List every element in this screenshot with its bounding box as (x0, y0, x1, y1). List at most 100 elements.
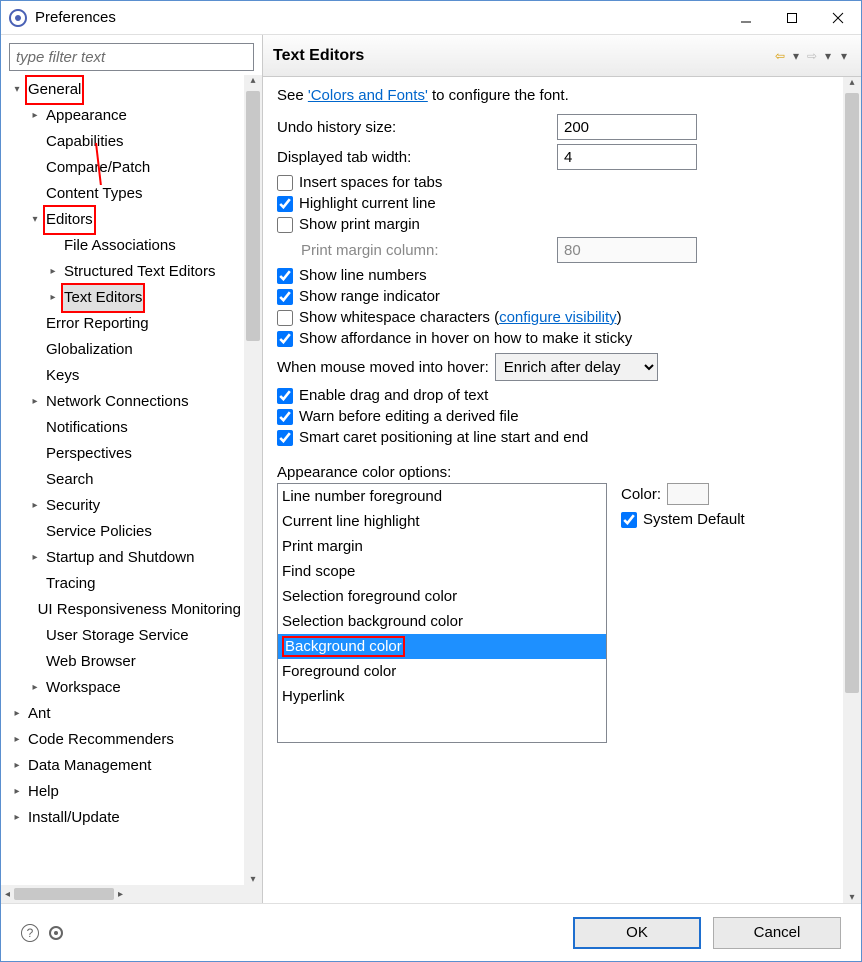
color-option-item[interactable]: Print margin (278, 534, 606, 559)
tabwidth-input[interactable] (557, 144, 697, 170)
tree-twisty-icon[interactable]: ▸ (45, 285, 61, 311)
colors-fonts-link[interactable]: 'Colors and Fonts' (308, 87, 428, 104)
tree-item[interactable]: Compare/Patch (9, 155, 244, 181)
printmargin-checkbox[interactable] (277, 217, 293, 233)
tree-twisty-icon[interactable]: ▸ (9, 805, 25, 831)
tree-twisty-icon[interactable]: ▸ (9, 701, 25, 727)
tree-item[interactable]: ▸Appearance (9, 103, 244, 129)
color-option-item[interactable]: Selection foreground color (278, 584, 606, 609)
caret-checkbox[interactable] (277, 430, 293, 446)
content-vertical-scrollbar[interactable] (843, 77, 861, 903)
minimize-button[interactable] (723, 1, 769, 34)
tree-item[interactable]: Perspectives (9, 441, 244, 467)
tree-twisty-icon[interactable]: ▸ (9, 753, 25, 779)
tree-item[interactable]: User Storage Service (9, 623, 244, 649)
tree-twisty-icon[interactable]: ▸ (45, 259, 61, 285)
tree-item[interactable]: Notifications (9, 415, 244, 441)
forward-icon[interactable]: ⇨ (805, 49, 819, 63)
tree-item[interactable]: File Associations (9, 233, 244, 259)
tree-item[interactable]: Content Types (9, 181, 244, 207)
tree-item[interactable]: ▸Security (9, 493, 244, 519)
color-option-item[interactable]: Foreground color (278, 659, 606, 684)
sysdefault-checkbox[interactable] (621, 512, 637, 528)
tree-item[interactable]: ▸Install/Update (9, 805, 244, 831)
tree-item[interactable]: Globalization (9, 337, 244, 363)
tree-item-label: File Associations (61, 233, 179, 259)
help-icon[interactable]: ? (21, 924, 39, 942)
tree-item[interactable]: Web Browser (9, 649, 244, 675)
cancel-button[interactable]: Cancel (713, 917, 841, 949)
tree-item-label: Workspace (43, 675, 124, 701)
forward-menu-icon[interactable]: ▾ (821, 49, 835, 63)
affordance-checkbox[interactable] (277, 331, 293, 347)
hover-select[interactable]: Enrich after delay (495, 353, 658, 381)
tree-item-label: Appearance (43, 103, 130, 129)
configure-visibility-link[interactable]: configure visibility (499, 309, 617, 326)
tree-item-label: Search (43, 467, 97, 493)
filter-input[interactable] (9, 43, 254, 71)
view-menu-icon[interactable]: ▾ (837, 49, 851, 63)
tree-twisty-icon[interactable]: ▾ (9, 77, 25, 103)
dnd-label: Enable drag and drop of text (299, 387, 488, 404)
color-option-item[interactable]: Find scope (278, 559, 606, 584)
tree-item[interactable]: ▾General (9, 77, 244, 103)
tree-item-label: Help (25, 779, 62, 805)
tree-item[interactable]: Error Reporting (9, 311, 244, 337)
tree-twisty-icon[interactable]: ▸ (27, 103, 43, 129)
close-button[interactable] (815, 1, 861, 34)
preferences-tree[interactable]: ▾General▸AppearanceCapabilitiesCompare/P… (1, 75, 244, 885)
tree-item[interactable]: ▸Workspace (9, 675, 244, 701)
ok-button[interactable]: OK (573, 917, 701, 949)
tree-item[interactable]: ▸Text Editors (9, 285, 244, 311)
ooc-icon[interactable] (49, 926, 63, 940)
tree-item[interactable]: Keys (9, 363, 244, 389)
tree-item[interactable]: ▸Ant (9, 701, 244, 727)
color-option-item[interactable]: Line number foreground (278, 484, 606, 509)
tree-twisty-icon[interactable]: ▸ (27, 493, 43, 519)
tree-twisty-icon[interactable]: ▸ (27, 389, 43, 415)
tree-item-label: Install/Update (25, 805, 123, 831)
tree-vertical-scrollbar[interactable] (244, 75, 262, 885)
tree-item[interactable]: ▸Startup and Shutdown (9, 545, 244, 571)
tree-item[interactable]: Tracing (9, 571, 244, 597)
color-option-item[interactable]: Selection background color (278, 609, 606, 634)
sysdefault-label: System Default (643, 511, 745, 528)
tree-item[interactable]: Search (9, 467, 244, 493)
tree-item-label: Globalization (43, 337, 136, 363)
dnd-checkbox[interactable] (277, 388, 293, 404)
color-option-item[interactable]: Background color (278, 634, 606, 659)
tree-item[interactable]: Service Policies (9, 519, 244, 545)
back-icon[interactable]: ⇦ (773, 49, 787, 63)
undo-input[interactable] (557, 114, 697, 140)
highlight-checkbox[interactable] (277, 196, 293, 212)
tree-item[interactable]: ▸Help (9, 779, 244, 805)
tree-item[interactable]: ▸Structured Text Editors (9, 259, 244, 285)
tree-twisty-icon[interactable]: ▸ (9, 779, 25, 805)
tree-item[interactable]: ▸Code Recommenders (9, 727, 244, 753)
tree-item[interactable]: ▸Network Connections (9, 389, 244, 415)
warn-checkbox[interactable] (277, 409, 293, 425)
tree-item-label: Ant (25, 701, 54, 727)
back-menu-icon[interactable]: ▾ (789, 49, 803, 63)
tree-horizontal-scrollbar[interactable] (1, 885, 262, 903)
color-option-item[interactable]: Hyperlink (278, 684, 606, 709)
spaces-checkbox[interactable] (277, 175, 293, 191)
tree-item[interactable]: UI Responsiveness Monitoring (9, 597, 244, 623)
color-option-item[interactable]: Current line highlight (278, 509, 606, 534)
tree-item-label: Content Types (43, 181, 145, 207)
tree-twisty-icon[interactable]: ▸ (9, 727, 25, 753)
tree-item[interactable]: ▸Data Management (9, 753, 244, 779)
whitespace-label: Show whitespace characters (configure vi… (299, 309, 622, 326)
linenum-checkbox[interactable] (277, 268, 293, 284)
range-checkbox[interactable] (277, 289, 293, 305)
whitespace-checkbox[interactable] (277, 310, 293, 326)
tree-twisty-icon[interactable]: ▾ (27, 207, 43, 233)
tree-twisty-icon[interactable]: ▸ (27, 545, 43, 571)
color-swatch-button[interactable] (667, 483, 709, 505)
tree-item-label: Keys (43, 363, 82, 389)
tree-item[interactable]: ▾Editors (9, 207, 244, 233)
tree-twisty-icon[interactable]: ▸ (27, 675, 43, 701)
tree-item[interactable]: Capabilities (9, 129, 244, 155)
maximize-button[interactable] (769, 1, 815, 34)
color-options-list[interactable]: Line number foregroundCurrent line highl… (277, 483, 607, 743)
